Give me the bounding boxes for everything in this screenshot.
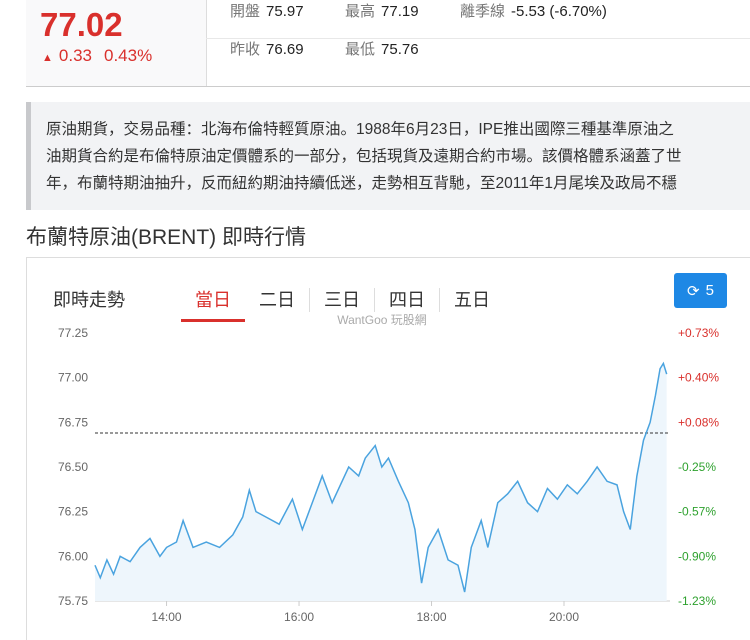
- price-area: [95, 363, 667, 601]
- y-tick-label: 75.75: [58, 594, 88, 608]
- x-tick-label: 16:00: [284, 610, 314, 624]
- x-tick-label: 18:00: [417, 610, 447, 624]
- pct-tick-label: +0.08%: [678, 415, 719, 429]
- y-tick-label: 76.00: [58, 549, 88, 563]
- pct-tick-label: +0.40%: [678, 371, 719, 385]
- pct-tick-label: -0.57%: [678, 505, 716, 519]
- y-tick-label: 76.25: [58, 505, 88, 519]
- y-tick-label: 76.75: [58, 415, 88, 429]
- pct-tick-label: -1.23%: [678, 594, 716, 608]
- y-tick-label: 77.25: [58, 326, 88, 340]
- x-tick-label: 20:00: [549, 610, 579, 624]
- pct-tick-label: -0.25%: [678, 460, 716, 474]
- x-tick-label: 14:00: [152, 610, 182, 624]
- y-tick-label: 77.00: [58, 371, 88, 385]
- y-tick-label: 76.50: [58, 460, 88, 474]
- pct-tick-label: +0.73%: [678, 326, 719, 340]
- price-chart: WantGoo 玩股網 77.25 +0.73% 77.00 +0.40% 76.75 +0…: [58, 313, 719, 624]
- watermark: WantGoo 玩股網: [337, 313, 427, 327]
- pct-tick-label: -0.90%: [678, 549, 716, 563]
